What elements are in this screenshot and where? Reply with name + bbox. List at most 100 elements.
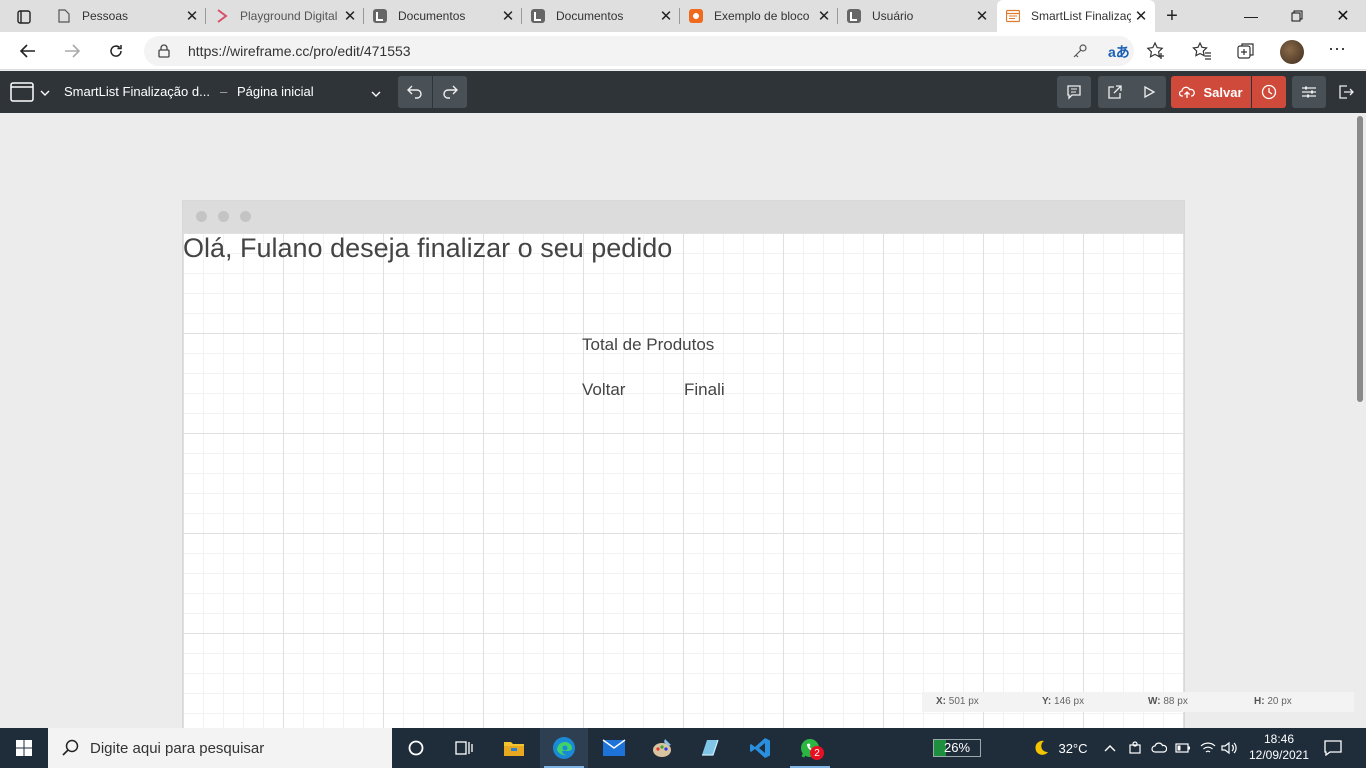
notes-app-icon[interactable]	[686, 728, 734, 768]
minimize-icon[interactable]: —	[1228, 0, 1274, 32]
file-explorer-icon[interactable]	[490, 728, 538, 768]
close-tab-icon[interactable]: ✕	[340, 6, 360, 26]
paint-icon[interactable]	[638, 728, 686, 768]
wireframe-heading[interactable]: Olá, Fulano deseja finalizar o seu pedid…	[183, 233, 672, 264]
project-title[interactable]: SmartList Finalização d...	[64, 84, 210, 99]
browser-tab[interactable]: Documentos ✕	[364, 0, 522, 32]
mail-icon[interactable]	[590, 728, 638, 768]
tab-label: SmartList Finalização	[1031, 9, 1131, 23]
exit-icon[interactable]	[1338, 84, 1354, 105]
scrollbar-thumb[interactable]	[1357, 116, 1363, 402]
redo-button[interactable]	[433, 76, 467, 108]
wireframe-grid[interactable]	[183, 233, 1184, 728]
browser-tab[interactable]: Pessoas ✕	[48, 0, 206, 32]
page-name[interactable]: Página inicial	[237, 84, 314, 99]
new-tab-icon[interactable]: +	[1158, 4, 1186, 28]
save-button[interactable]: Salvar	[1171, 76, 1251, 108]
back-icon[interactable]	[12, 35, 44, 67]
restore-icon[interactable]	[1274, 0, 1320, 32]
wireframe-finish-label[interactable]: Finali	[684, 380, 725, 400]
translate-icon[interactable]: aあ	[1108, 42, 1130, 62]
tab-label: Exemplo de bloco	[714, 9, 810, 23]
add-favorite-icon[interactable]	[1146, 41, 1166, 66]
vscode-icon[interactable]	[736, 728, 784, 768]
meet-now-icon[interactable]	[1126, 728, 1144, 768]
more-options-icon[interactable]: ···	[1328, 38, 1346, 59]
wireframe-back-label[interactable]: Voltar	[582, 380, 625, 400]
onedrive-icon[interactable]	[1150, 728, 1168, 768]
y-position: Y: 146 px	[1042, 696, 1085, 707]
edge-browser-icon[interactable]	[540, 728, 588, 768]
search-icon	[62, 739, 79, 756]
wireframe-total-label[interactable]: Total de Produtos	[582, 335, 714, 355]
sliders-icon	[1302, 86, 1316, 98]
close-tab-icon[interactable]: ✕	[1131, 6, 1151, 26]
preview-button[interactable]	[1132, 76, 1166, 108]
chevron-up-icon[interactable]	[1102, 728, 1118, 768]
height-value: H: 20 px	[1254, 696, 1292, 707]
page-dropdown-icon[interactable]	[371, 86, 381, 104]
tab-actions-icon[interactable]	[8, 7, 40, 27]
orange-app-icon	[688, 8, 704, 24]
collections-icon[interactable]	[1236, 41, 1256, 66]
close-window-icon[interactable]: ✕	[1320, 0, 1366, 32]
volume-icon[interactable]	[1220, 728, 1240, 768]
clock[interactable]: 18:46 12/09/2021	[1248, 731, 1310, 763]
key-icon[interactable]	[1072, 43, 1088, 64]
battery-icon[interactable]	[1174, 728, 1192, 768]
search-placeholder: Digite aqui para pesquisar	[90, 739, 265, 757]
browser-tab[interactable]: Documentos ✕	[522, 0, 680, 32]
browser-tab[interactable]: Usuário ✕	[838, 0, 996, 32]
browser-tab[interactable]: Exemplo de bloco ✕	[680, 0, 838, 32]
title-separator: –	[220, 84, 228, 99]
task-view-icon[interactable]	[440, 728, 488, 768]
play-icon	[1144, 85, 1156, 99]
whatsapp-icon[interactable]: 2	[786, 728, 834, 768]
close-tab-icon[interactable]: ✕	[814, 6, 834, 26]
taskbar-search-box[interactable]: Digite aqui para pesquisar	[48, 728, 392, 768]
windows-taskbar: Digite aqui para pesquisar 2 26% 32°C 18…	[0, 728, 1366, 768]
wifi-icon[interactable]	[1198, 728, 1218, 768]
favorites-icon[interactable]	[1192, 41, 1212, 66]
docs-app-icon	[846, 8, 862, 24]
redo-icon	[443, 85, 458, 99]
browser-tab-active[interactable]: SmartList Finalização ✕	[997, 0, 1155, 32]
close-tab-icon[interactable]: ✕	[182, 6, 202, 26]
share-button[interactable]	[1098, 76, 1132, 108]
docs-app-icon	[530, 8, 546, 24]
moon-weather-icon[interactable]	[1026, 728, 1056, 768]
wireframe-browser-frame[interactable]: Olá, Fulano deseja finalizar o seu pedid…	[182, 200, 1185, 728]
temperature[interactable]: 32°C	[1056, 728, 1090, 768]
app-toolbar: SmartList Finalização d... – Página inic…	[0, 71, 1366, 113]
notification-badge: 2	[810, 746, 824, 760]
lock-icon[interactable]	[158, 44, 170, 63]
history-button[interactable]	[1252, 76, 1286, 108]
windows-start-icon[interactable]	[0, 728, 48, 768]
chevron-down-icon[interactable]	[40, 85, 50, 103]
undo-button[interactable]	[398, 76, 432, 108]
cortana-icon[interactable]	[392, 728, 440, 768]
notifications-icon[interactable]	[1318, 728, 1348, 768]
playground-logo-icon	[214, 8, 230, 24]
window-menu-icon[interactable]	[10, 82, 34, 107]
profile-avatar[interactable]	[1280, 40, 1304, 64]
frame-dot	[240, 211, 251, 222]
selection-status-bar: X: 501 px Y: 146 px W: 88 px H: 20 px	[922, 692, 1354, 712]
url-text[interactable]: https://wireframe.cc/pro/edit/471553	[188, 43, 411, 59]
docs-app-icon	[372, 8, 388, 24]
settings-button[interactable]	[1292, 76, 1326, 108]
close-tab-icon[interactable]: ✕	[498, 6, 518, 26]
comments-button[interactable]	[1057, 76, 1091, 108]
battery-meter[interactable]: 26%	[932, 728, 982, 768]
forward-icon[interactable]	[56, 35, 88, 67]
comment-icon	[1067, 85, 1081, 100]
close-tab-icon[interactable]: ✕	[972, 6, 992, 26]
refresh-icon[interactable]	[100, 35, 132, 67]
width-value: W: 88 px	[1148, 696, 1188, 707]
tab-label: Documentos	[556, 9, 624, 23]
address-bar[interactable]: https://wireframe.cc/pro/edit/471553 aあ	[144, 36, 1134, 66]
browser-tab[interactable]: Playground Digital ✕	[206, 0, 364, 32]
close-tab-icon[interactable]: ✕	[656, 6, 676, 26]
wireframe-app-icon	[1005, 8, 1021, 24]
clock-time: 18:46	[1263, 732, 1295, 746]
